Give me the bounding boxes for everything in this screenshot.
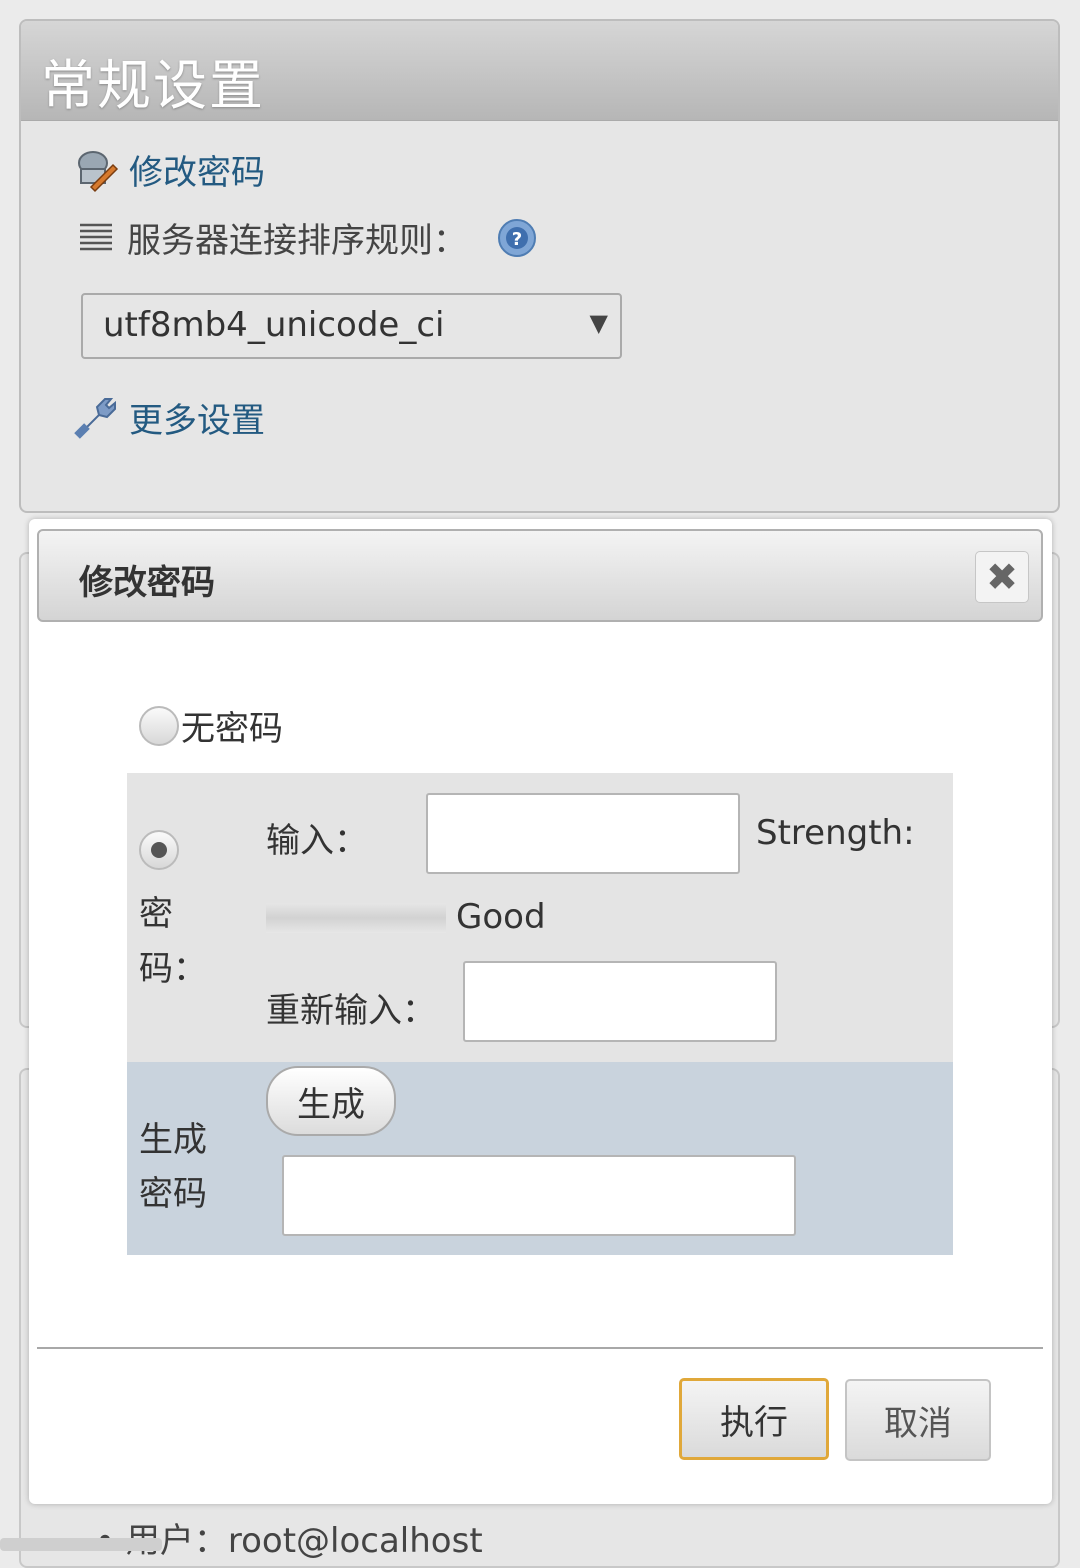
more-settings-row[interactable]: 更多设置 (73, 393, 265, 442)
close-icon[interactable]: ✖ (975, 551, 1029, 603)
password-label-line2: 码： (139, 949, 207, 989)
retype-label: 重新输入： (266, 991, 436, 1031)
scrollbar[interactable] (0, 1538, 162, 1551)
dialog-header: 修改密码 ✖ (37, 529, 1043, 622)
password-radio[interactable] (139, 830, 179, 870)
collation-select[interactable]: utf8mb4_unicode_ci ▼ (81, 293, 622, 359)
dialog-divider (37, 1347, 1043, 1349)
change-password-link[interactable]: 修改密码 (129, 145, 265, 194)
password-section: 密 码： 输入： Strength: Good 重新输入： (127, 773, 953, 1062)
dropdown-arrow-icon: ▼ (589, 309, 608, 337)
password-input[interactable] (426, 793, 740, 874)
list-icon (79, 221, 113, 255)
generate-password-section: 生成 密码 生成 (127, 1062, 953, 1255)
retype-password-input[interactable] (463, 961, 777, 1042)
strength-meter (266, 903, 446, 933)
password-label-line1: 密 (139, 894, 173, 934)
enter-label: 输入： (266, 821, 368, 861)
no-password-option[interactable]: 无密码 (139, 701, 283, 750)
wrench-icon (73, 395, 119, 441)
strength-value: Good (456, 897, 546, 937)
no-password-radio[interactable] (139, 705, 179, 746)
no-password-label: 无密码 (181, 709, 283, 749)
execute-button[interactable]: 执行 (679, 1378, 829, 1460)
panel-title: 常规设置 (41, 54, 265, 117)
strength-label: Strength: (756, 813, 915, 853)
change-password-dialog: 修改密码 ✖ 无密码 密 码： 输入： Strength: Good 重新输入：… (29, 519, 1052, 1504)
collation-label: 服务器连接排序规则： (127, 221, 467, 261)
generated-password-field[interactable] (282, 1155, 796, 1236)
more-settings-link[interactable]: 更多设置 (129, 393, 265, 442)
collation-row: 服务器连接排序规则： ? (79, 213, 537, 262)
cancel-button[interactable]: 取消 (845, 1379, 991, 1461)
change-password-row[interactable]: 修改密码 (73, 145, 265, 194)
collation-select-value: utf8mb4_unicode_ci (103, 305, 445, 345)
generate-button[interactable]: 生成 (266, 1066, 396, 1136)
generate-label-line2: 密码 (139, 1174, 207, 1214)
dialog-title: 修改密码 (79, 563, 215, 603)
svg-text:?: ? (512, 229, 522, 250)
help-icon[interactable]: ? (497, 218, 537, 258)
key-edit-icon (73, 147, 119, 193)
generate-label-line1: 生成 (139, 1120, 207, 1160)
general-settings-panel: 常规设置 修改密码 服务器连接排序规则： ? utf8mb4_unicode_c… (19, 19, 1060, 513)
